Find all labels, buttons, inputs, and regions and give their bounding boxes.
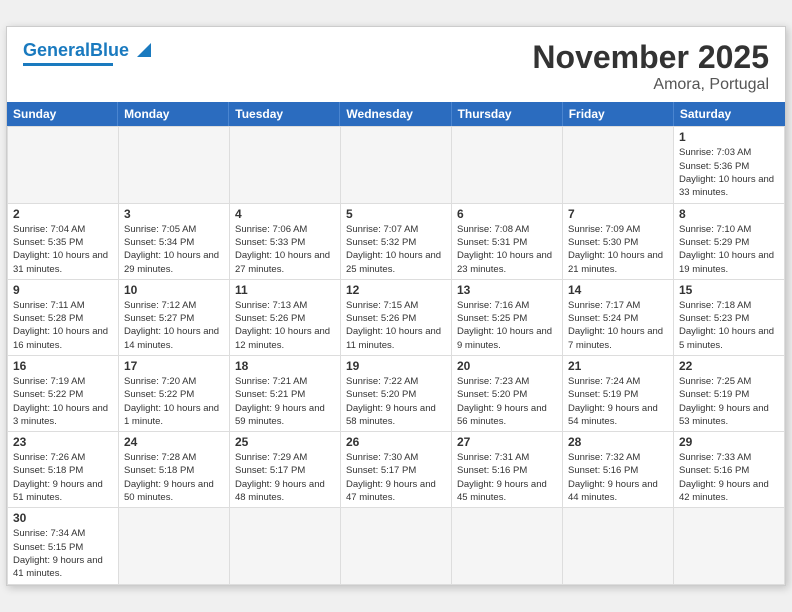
table-row: 7 Sunrise: 7:09 AM Sunset: 5:30 PM Dayli…: [563, 204, 674, 280]
table-row: [119, 508, 230, 584]
table-row: 4 Sunrise: 7:06 AM Sunset: 5:33 PM Dayli…: [230, 204, 341, 280]
table-row: 10 Sunrise: 7:12 AM Sunset: 5:27 PM Dayl…: [119, 280, 230, 356]
table-row: [230, 127, 341, 203]
day-header-thursday: Thursday: [452, 102, 563, 126]
logo-icon: [133, 39, 155, 61]
table-row: 5 Sunrise: 7:07 AM Sunset: 5:32 PM Dayli…: [341, 204, 452, 280]
calendar-container: GeneralBlue November 2025 Amora, Portuga…: [6, 26, 786, 585]
table-row: [341, 127, 452, 203]
table-row: 6 Sunrise: 7:08 AM Sunset: 5:31 PM Dayli…: [452, 204, 563, 280]
table-row: 1 Sunrise: 7:03 AM Sunset: 5:36 PM Dayli…: [674, 127, 785, 203]
table-row: 27 Sunrise: 7:31 AM Sunset: 5:16 PM Dayl…: [452, 432, 563, 508]
table-row: 11 Sunrise: 7:13 AM Sunset: 5:26 PM Dayl…: [230, 280, 341, 356]
table-row: 15 Sunrise: 7:18 AM Sunset: 5:23 PM Dayl…: [674, 280, 785, 356]
table-row: 22 Sunrise: 7:25 AM Sunset: 5:19 PM Dayl…: [674, 356, 785, 432]
table-row: 14 Sunrise: 7:17 AM Sunset: 5:24 PM Dayl…: [563, 280, 674, 356]
table-row: 16 Sunrise: 7:19 AM Sunset: 5:22 PM Dayl…: [8, 356, 119, 432]
table-row: 21 Sunrise: 7:24 AM Sunset: 5:19 PM Dayl…: [563, 356, 674, 432]
table-row: [119, 127, 230, 203]
day-header-saturday: Saturday: [674, 102, 785, 126]
table-row: 9 Sunrise: 7:11 AM Sunset: 5:28 PM Dayli…: [8, 280, 119, 356]
day-header-friday: Friday: [563, 102, 674, 126]
day-header-tuesday: Tuesday: [229, 102, 340, 126]
calendar-grid: 1 Sunrise: 7:03 AM Sunset: 5:36 PM Dayli…: [7, 126, 785, 584]
table-row: 18 Sunrise: 7:21 AM Sunset: 5:21 PM Dayl…: [230, 356, 341, 432]
logo-blue: Blue: [90, 40, 129, 60]
table-row: 20 Sunrise: 7:23 AM Sunset: 5:20 PM Dayl…: [452, 356, 563, 432]
table-row: [452, 127, 563, 203]
table-row: [341, 508, 452, 584]
table-row: 2 Sunrise: 7:04 AM Sunset: 5:35 PM Dayli…: [8, 204, 119, 280]
table-row: [230, 508, 341, 584]
table-row: [563, 508, 674, 584]
table-row: 25 Sunrise: 7:29 AM Sunset: 5:17 PM Dayl…: [230, 432, 341, 508]
table-row: 23 Sunrise: 7:26 AM Sunset: 5:18 PM Dayl…: [8, 432, 119, 508]
table-row: [563, 127, 674, 203]
table-row: 17 Sunrise: 7:20 AM Sunset: 5:22 PM Dayl…: [119, 356, 230, 432]
day-headers: Sunday Monday Tuesday Wednesday Thursday…: [7, 102, 785, 126]
table-row: [674, 508, 785, 584]
logo-general: General: [23, 40, 90, 60]
table-row: 19 Sunrise: 7:22 AM Sunset: 5:20 PM Dayl…: [341, 356, 452, 432]
table-row: 29 Sunrise: 7:33 AM Sunset: 5:16 PM Dayl…: [674, 432, 785, 508]
title-section: November 2025 Amora, Portugal: [532, 39, 769, 94]
table-row: 26 Sunrise: 7:30 AM Sunset: 5:17 PM Dayl…: [341, 432, 452, 508]
table-row: 3 Sunrise: 7:05 AM Sunset: 5:34 PM Dayli…: [119, 204, 230, 280]
table-row: 13 Sunrise: 7:16 AM Sunset: 5:25 PM Dayl…: [452, 280, 563, 356]
table-row: 24 Sunrise: 7:28 AM Sunset: 5:18 PM Dayl…: [119, 432, 230, 508]
table-row: [8, 127, 119, 203]
month-title: November 2025: [532, 39, 769, 76]
table-row: 30 Sunrise: 7:34 AM Sunset: 5:15 PM Dayl…: [8, 508, 119, 584]
table-row: [452, 508, 563, 584]
logo: GeneralBlue: [23, 39, 155, 66]
calendar-header: GeneralBlue November 2025 Amora, Portuga…: [7, 27, 785, 102]
table-row: 28 Sunrise: 7:32 AM Sunset: 5:16 PM Dayl…: [563, 432, 674, 508]
table-row: 12 Sunrise: 7:15 AM Sunset: 5:26 PM Dayl…: [341, 280, 452, 356]
location-title: Amora, Portugal: [532, 76, 769, 94]
logo-underline: [23, 63, 113, 66]
table-row: 8 Sunrise: 7:10 AM Sunset: 5:29 PM Dayli…: [674, 204, 785, 280]
day-header-sunday: Sunday: [7, 102, 118, 126]
day-header-wednesday: Wednesday: [340, 102, 451, 126]
day-header-monday: Monday: [118, 102, 229, 126]
logo-text: GeneralBlue: [23, 40, 129, 61]
